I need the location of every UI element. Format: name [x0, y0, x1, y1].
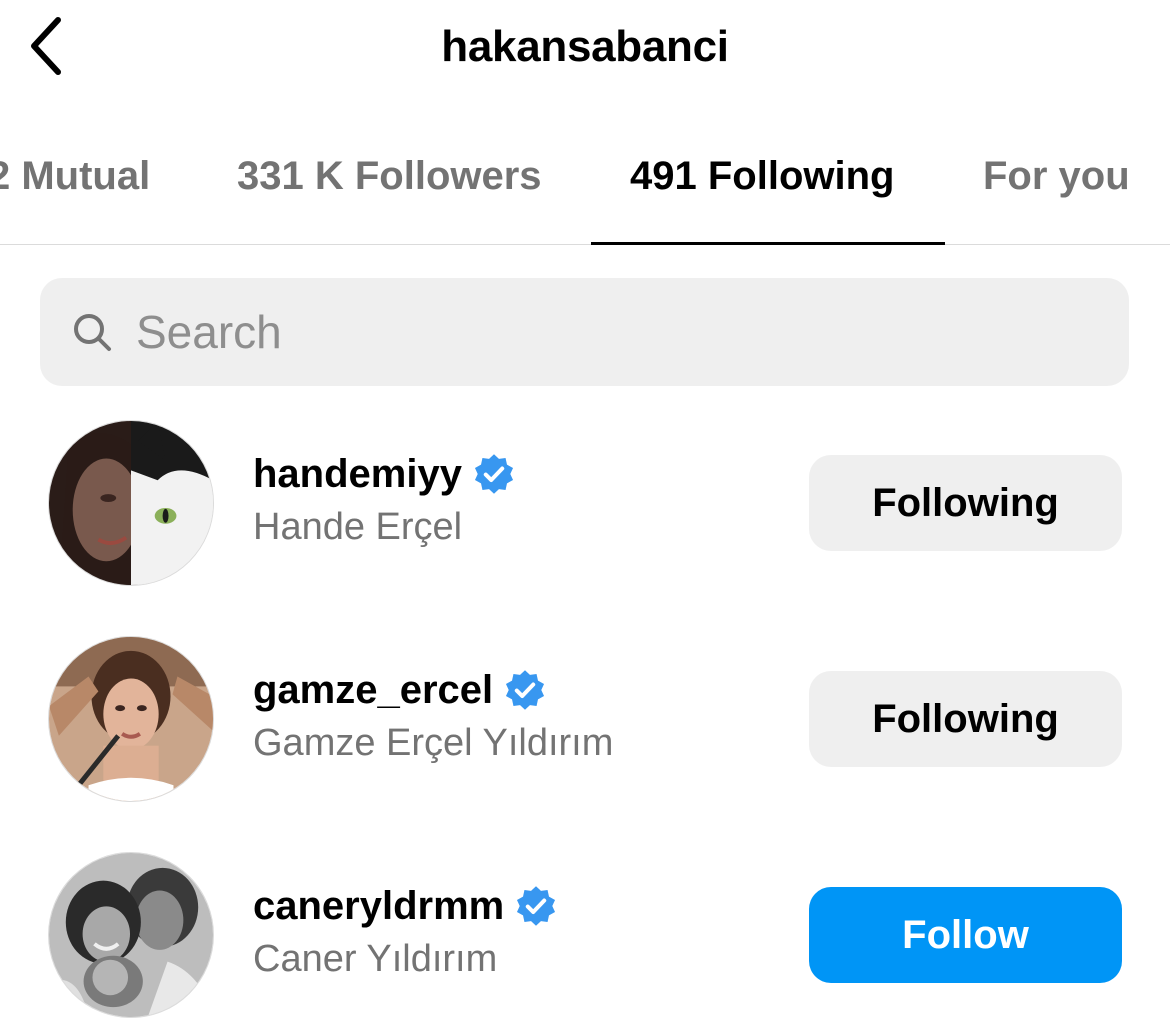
full-name: Caner Yıldırım	[253, 938, 498, 980]
tab-following[interactable]: 491 Following	[630, 154, 894, 199]
active-tab-indicator	[591, 242, 945, 245]
full-name: Gamze Erçel Yıldırım	[253, 722, 614, 764]
list-item[interactable]: handemiyy Hande Erçel Following	[0, 410, 1170, 600]
page-title: hakansabanci	[441, 22, 729, 71]
tab-for-you[interactable]: For you	[983, 154, 1130, 199]
username[interactable]: caneryldrmm	[253, 884, 504, 929]
verified-badge-icon	[503, 668, 547, 712]
follow-button[interactable]: Follow	[809, 887, 1122, 983]
account-names: handemiyy Hande Erçel	[253, 448, 516, 549]
account-names: gamze_ercel Gamze Erçel Yıldırım	[253, 664, 613, 765]
full-name: Hande Erçel	[253, 506, 463, 548]
search-bar[interactable]	[40, 278, 1129, 386]
avatar[interactable]	[48, 420, 214, 586]
following-button[interactable]: Following	[809, 455, 1122, 551]
search-icon	[70, 310, 114, 354]
username[interactable]: gamze_ercel	[253, 668, 493, 713]
tab-mutual[interactable]: 2 Mutual	[0, 154, 150, 199]
following-button[interactable]: Following	[809, 671, 1122, 767]
top-bar: hakansabanci	[0, 0, 1170, 100]
search-input[interactable]	[136, 305, 1036, 359]
verified-badge-icon	[472, 452, 516, 496]
list-item[interactable]: caneryldrmm Caner Yıldırım Follow	[0, 842, 1170, 1032]
username[interactable]: handemiyy	[253, 452, 462, 497]
tab-bar: 2 Mutual 331 K Followers 491 Following F…	[0, 130, 1170, 245]
avatar[interactable]	[48, 852, 214, 1018]
avatar[interactable]	[48, 636, 214, 802]
verified-badge-icon	[514, 884, 558, 928]
list-item[interactable]: gamze_ercel Gamze Erçel Yıldırım Followi…	[0, 626, 1170, 816]
account-names: caneryldrmm Caner Yıldırım	[253, 880, 558, 981]
tab-followers[interactable]: 331 K Followers	[237, 154, 542, 199]
